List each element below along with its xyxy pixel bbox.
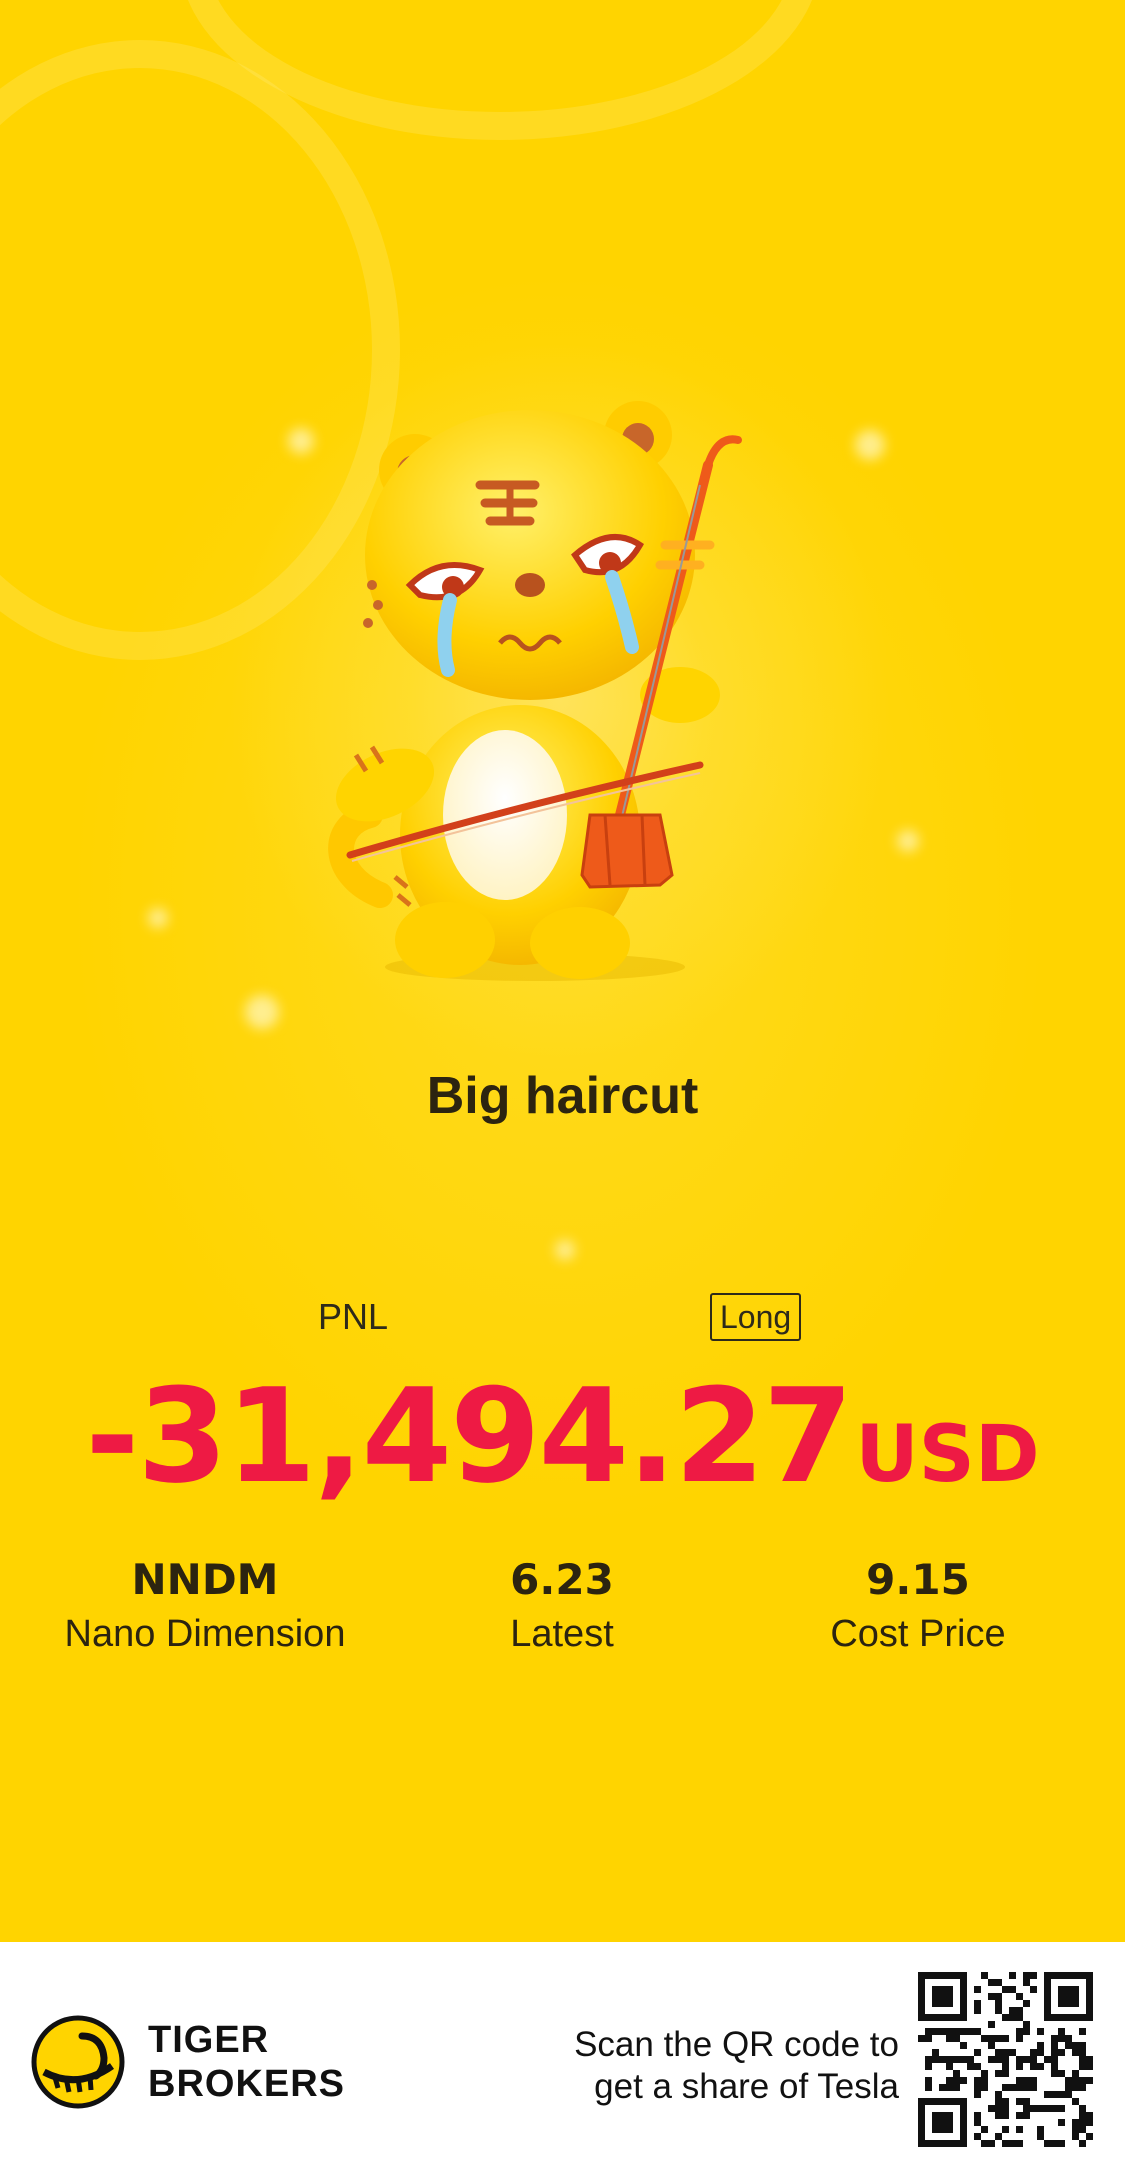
scan-line: get a share of Tesla <box>594 2067 899 2106</box>
qr-code-icon[interactable] <box>918 1972 1093 2147</box>
stat-cost-price: 9.15 Cost Price <box>728 1555 1108 1656</box>
sparkle <box>245 995 279 1029</box>
brand-line: TIGER <box>148 2019 270 2061</box>
stat-value: 9.15 <box>866 1555 970 1604</box>
crying-tiger-mascot-icon <box>328 401 742 981</box>
position-side-badge: Long <box>710 1293 802 1341</box>
stat-value: NNDM <box>131 1555 279 1604</box>
sparkle <box>555 1240 575 1260</box>
stat-label: Latest <box>510 1613 614 1655</box>
stat-symbol: NNDM Nano Dimension <box>15 1555 395 1656</box>
stat-value: 6.23 <box>510 1555 614 1604</box>
stat-label: Nano Dimension <box>64 1613 346 1655</box>
brand-name: TIGER BROKERS <box>148 2018 345 2106</box>
result-headline: Big haircut <box>426 1067 699 1125</box>
stat-latest: 6.23 Latest <box>372 1555 752 1656</box>
sparkle <box>897 830 919 852</box>
sparkle <box>855 430 885 460</box>
pnl-currency: USD <box>855 1410 1040 1500</box>
sparkle <box>148 908 168 928</box>
footer: TIGER BROKERS Scan the QR code to get a … <box>0 1942 1125 2183</box>
tiger-logo-icon <box>31 2015 125 2109</box>
brand-line: BROKERS <box>148 2063 346 2105</box>
share-card: Big haircut PNL Long -31,494.27USD NNDM … <box>0 0 1125 1942</box>
stats-row: NNDM Nano Dimension 6.23 Latest 9.15 Cos… <box>0 1555 1125 1675</box>
stat-label: Cost Price <box>830 1613 1006 1655</box>
scan-line: Scan the QR code to <box>574 2025 899 2064</box>
pnl-amount: -31,494.27USD <box>0 1360 1125 1512</box>
sparkle <box>288 428 314 454</box>
scan-prompt: Scan the QR code to get a share of Tesla <box>574 2024 899 2108</box>
pnl-label: PNL <box>318 1296 389 1337</box>
pnl-value: -31,494.27 <box>85 1360 853 1512</box>
